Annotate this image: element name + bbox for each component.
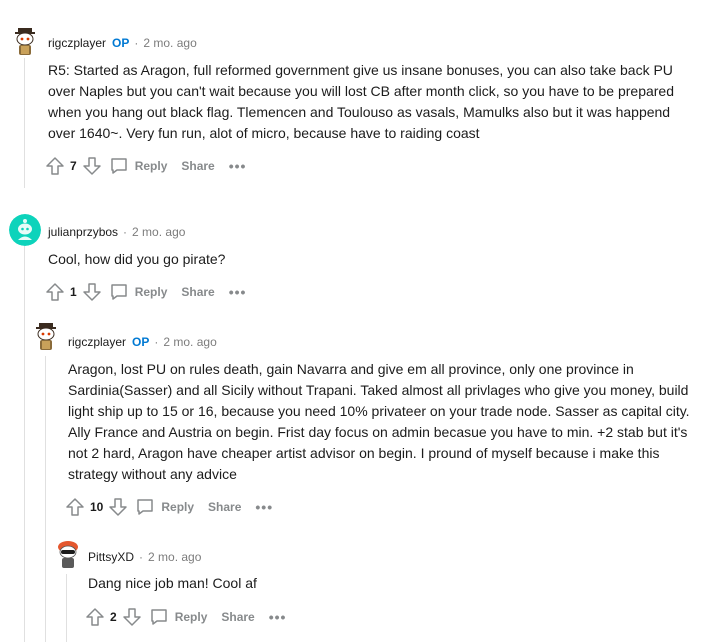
downvote-button[interactable] — [81, 154, 103, 178]
reply-button[interactable]: Reply — [135, 497, 194, 517]
reply-label: Reply — [134, 285, 168, 299]
share-button[interactable]: Share — [221, 610, 254, 624]
comment-bubble-icon — [137, 499, 154, 515]
reply-label: Reply — [174, 610, 208, 624]
comment-body: Aragon, lost PU on rules death, gain Nav… — [68, 361, 690, 482]
separator: · — [139, 550, 144, 564]
upvote-icon — [86, 608, 104, 626]
comment-bubble-icon — [110, 284, 127, 300]
thread-line[interactable] — [45, 356, 46, 642]
comment-body: R5: Started as Aragon, full reformed gov… — [48, 62, 675, 141]
avatar[interactable] — [52, 538, 84, 570]
share-label: Share — [221, 610, 255, 624]
timestamp[interactable]: 2 mo. ago — [132, 225, 185, 239]
share-label: Share — [208, 500, 242, 514]
author-name[interactable]: rigczplayer — [48, 36, 106, 50]
op-badge: OP — [112, 36, 130, 50]
upvote-button[interactable] — [44, 280, 66, 304]
snoo-avatar-icon — [9, 214, 41, 246]
author-name[interactable]: rigczplayer — [68, 335, 126, 349]
more-options-button[interactable]: ••• — [269, 609, 287, 625]
avatar[interactable] — [9, 25, 41, 57]
comment-bubble-icon — [110, 158, 127, 174]
downvote-icon — [82, 157, 101, 175]
separator: · — [134, 36, 139, 50]
share-label: Share — [181, 285, 215, 299]
more-options-button[interactable]: ••• — [229, 158, 247, 174]
thread-line[interactable] — [24, 246, 25, 642]
op-badge: OP — [132, 335, 150, 349]
snoo-avatar-icon — [30, 320, 62, 352]
vote-score: 2 — [110, 610, 117, 624]
upvote-icon — [46, 283, 64, 301]
downvote-icon — [82, 283, 101, 301]
downvote-button[interactable] — [107, 495, 129, 519]
author-name[interactable]: PittsyXD — [88, 550, 134, 564]
thread-line[interactable] — [24, 58, 25, 188]
separator: · — [154, 335, 159, 349]
downvote-icon — [109, 498, 128, 516]
downvote-button[interactable] — [121, 605, 143, 629]
downvote-button[interactable] — [81, 280, 103, 304]
comment-body: Cool, how did you go pirate? — [48, 251, 226, 267]
share-button[interactable]: Share — [208, 500, 241, 514]
upvote-button[interactable] — [84, 605, 106, 629]
snoo-avatar-icon — [9, 25, 41, 57]
more-options-button[interactable]: ••• — [255, 499, 273, 515]
more-options-button[interactable]: ••• — [229, 284, 247, 300]
snoo-avatar-icon — [52, 538, 84, 570]
separator: · — [123, 225, 128, 239]
share-button[interactable]: Share — [181, 159, 214, 173]
upvote-button[interactable] — [44, 154, 66, 178]
timestamp[interactable]: 2 mo. ago — [143, 36, 196, 50]
avatar[interactable] — [30, 320, 62, 352]
comment-body: Dang nice job man! Cool af — [88, 575, 257, 591]
downvote-icon — [122, 608, 141, 626]
author-name[interactable]: julianprzybos — [48, 225, 118, 239]
comment-bubble-icon — [150, 609, 167, 625]
reply-button[interactable]: Reply — [149, 607, 208, 627]
upvote-icon — [46, 157, 64, 175]
reply-button[interactable]: Reply — [109, 282, 168, 302]
thread-line[interactable] — [66, 574, 67, 642]
upvote-button[interactable] — [64, 495, 86, 519]
share-button[interactable]: Share — [181, 285, 214, 299]
upvote-icon — [66, 498, 84, 516]
timestamp[interactable]: 2 mo. ago — [163, 335, 216, 349]
vote-score: 1 — [70, 285, 77, 299]
vote-score: 7 — [70, 159, 77, 173]
avatar[interactable] — [9, 214, 41, 246]
share-label: Share — [181, 159, 215, 173]
timestamp[interactable]: 2 mo. ago — [148, 550, 201, 564]
vote-score: 10 — [90, 500, 104, 514]
reply-label: Reply — [134, 159, 168, 173]
reply-button[interactable]: Reply — [109, 156, 168, 176]
reply-label: Reply — [161, 500, 195, 514]
